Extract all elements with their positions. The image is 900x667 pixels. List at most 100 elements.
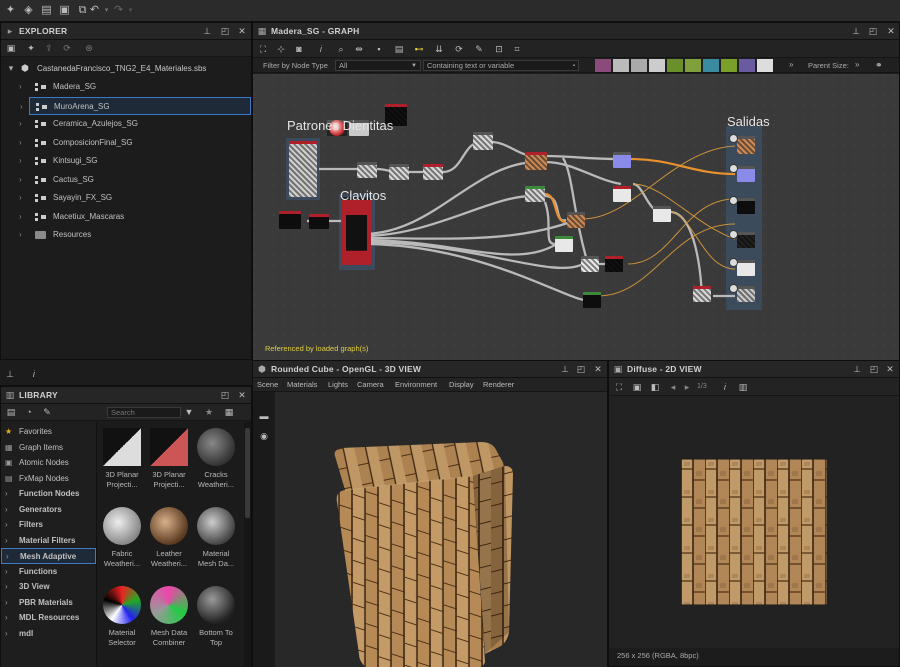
float-icon[interactable]: ◰ xyxy=(219,25,231,37)
view3d-menu-item[interactable]: Environment xyxy=(395,380,437,389)
graph-node[interactable] xyxy=(613,186,631,202)
zoom-level[interactable]: 1/3 xyxy=(697,383,707,390)
explorer-item[interactable]: › Sayayin_FX_SG xyxy=(1,189,251,207)
explorer-item[interactable]: › Macetiux_Mascaras xyxy=(1,208,251,226)
close-icon[interactable]: ✕ xyxy=(592,363,604,375)
float-icon[interactable]: ◰ xyxy=(575,363,587,375)
graph-node[interactable] xyxy=(525,186,545,202)
warp-node-icon[interactable] xyxy=(703,59,719,72)
graph-canvas[interactable]: Patrones Dientitas Clavitos Salidas Refe… xyxy=(253,74,899,360)
normal-node-icon[interactable] xyxy=(721,59,737,72)
histogram-icon[interactable]: ▥ xyxy=(737,381,749,393)
library-item[interactable]: 3D Planar Projecti... xyxy=(100,428,144,489)
view-mode-icon[interactable]: ▦ xyxy=(223,406,235,418)
library-scrollbar[interactable] xyxy=(244,422,251,667)
save-package-icon[interactable]: ▣ xyxy=(5,42,17,54)
view3d-menu-item[interactable]: Camera xyxy=(357,380,384,389)
library-category[interactable]: › Material Filters xyxy=(1,533,96,549)
frame-label-clavitos[interactable]: Clavitos xyxy=(340,188,386,203)
graph-node[interactable] xyxy=(309,214,329,229)
export-icon[interactable]: ⇪ xyxy=(43,42,55,54)
fit-icon[interactable]: ⛶ xyxy=(613,381,625,393)
graph-node[interactable] xyxy=(525,152,547,170)
new-substance-icon[interactable]: ✦ xyxy=(4,4,17,17)
close-icon[interactable]: ✕ xyxy=(236,389,248,401)
graph-node[interactable] xyxy=(613,152,631,168)
new-folder-icon[interactable]: ▤ xyxy=(5,406,17,418)
expand-arrow-icon[interactable]: › xyxy=(19,156,22,165)
pin-icon[interactable]: ⊥ xyxy=(851,363,863,375)
pin-link-icon[interactable]: ⊷ xyxy=(413,43,425,55)
funnel-icon[interactable]: ▼ xyxy=(183,406,195,418)
pin-icon[interactable]: ⊥ xyxy=(201,25,213,37)
library-item[interactable]: Material Selector xyxy=(100,586,144,647)
favorite-icon[interactable]: ★ xyxy=(203,406,215,418)
library-item[interactable]: 3D Planar Projecti... xyxy=(147,428,191,489)
view3d-menu-item[interactable]: Display xyxy=(449,380,474,389)
explorer-item[interactable]: › Ceramica_Azulejos_SG xyxy=(1,115,251,133)
blur-node-icon[interactable] xyxy=(649,59,665,72)
library-scroll-thumb[interactable] xyxy=(245,428,250,518)
library-category[interactable]: › Filters xyxy=(1,517,96,533)
library-category[interactable]: › PBR Materials xyxy=(1,595,96,611)
output-pin-icon[interactable] xyxy=(729,258,738,267)
pin-icon[interactable]: ⊥ xyxy=(850,25,862,37)
comment-icon[interactable]: ▤ xyxy=(393,43,405,55)
view3d-menu-item[interactable]: Renderer xyxy=(483,380,514,389)
refresh-icon[interactable]: ⟳ xyxy=(453,43,465,55)
expand-arrow-icon[interactable]: › xyxy=(19,138,22,147)
transform-node-icon[interactable] xyxy=(667,59,683,72)
float-icon[interactable]: ◰ xyxy=(868,363,880,375)
view2d-viewport[interactable] xyxy=(609,396,899,648)
graph-node[interactable] xyxy=(473,132,493,150)
library-search-input[interactable]: Search xyxy=(107,407,181,418)
output-pin-icon[interactable] xyxy=(729,164,738,173)
new-graph-icon[interactable]: ◈ xyxy=(22,4,35,17)
uniform-node-icon[interactable] xyxy=(613,59,629,72)
graph-node[interactable] xyxy=(567,212,585,228)
graph-node[interactable] xyxy=(581,256,599,272)
expand-icon[interactable]: ▾ xyxy=(5,62,17,74)
view3d-menu-item[interactable]: Scene xyxy=(257,380,278,389)
graph-node[interactable] xyxy=(605,256,623,272)
blend-node-icon[interactable] xyxy=(631,59,647,72)
publish-icon[interactable]: ⊛ xyxy=(83,42,95,54)
graph-node[interactable] xyxy=(737,260,755,276)
output-pin-icon[interactable] xyxy=(729,196,738,205)
frame-all-icon[interactable]: ⛶ xyxy=(257,43,269,55)
expand-arrow-icon[interactable]: › xyxy=(19,212,22,221)
library-category[interactable]: › Mesh Adaptive xyxy=(1,548,96,564)
library-category[interactable]: ★ Favorites xyxy=(1,424,96,440)
curvature-node-icon[interactable] xyxy=(739,59,755,72)
tools-icon[interactable]: ✎ xyxy=(473,43,485,55)
library-category[interactable]: › MDL Resources xyxy=(1,610,96,626)
levels-node-icon[interactable] xyxy=(685,59,701,72)
parent-size-expand-icon[interactable]: » xyxy=(855,60,859,69)
graph-node[interactable] xyxy=(737,136,755,154)
graph-node[interactable] xyxy=(693,286,711,302)
new-graph-icon[interactable]: ✦ xyxy=(25,42,37,54)
library-category[interactable]: ▦ Graph Items xyxy=(1,440,96,456)
frame-label-patron[interactable]: Patrones Dientitas xyxy=(287,118,393,133)
library-category[interactable]: › Function Nodes xyxy=(1,486,96,502)
library-category[interactable]: ▤ FxMap Nodes xyxy=(1,471,96,487)
graph-node[interactable] xyxy=(423,164,443,180)
library-item[interactable]: Fabric Weatheri... xyxy=(100,507,144,568)
library-category[interactable]: › mdl xyxy=(1,626,96,642)
output-pin-icon[interactable] xyxy=(729,230,738,239)
node-icon[interactable]: ▪ xyxy=(373,43,385,55)
explorer-item[interactable]: › ComposicionFinal_SG xyxy=(1,134,251,152)
graph-node[interactable] xyxy=(357,162,377,178)
camera-icon[interactable]: ▬ xyxy=(258,410,270,422)
graph-node[interactable] xyxy=(341,197,371,265)
float-icon[interactable]: ◰ xyxy=(219,389,231,401)
hsl-node-icon[interactable] xyxy=(757,59,773,72)
split-icon[interactable]: ⇊ xyxy=(433,43,445,55)
graph-node[interactable] xyxy=(389,164,409,180)
redo-dropdown-icon[interactable]: ▾ xyxy=(124,4,137,17)
close-icon[interactable]: ✕ xyxy=(236,25,248,37)
library-item[interactable]: Cracks Weatheri... xyxy=(194,428,238,489)
output-pin-icon[interactable] xyxy=(729,134,738,143)
info-icon[interactable]: 𝑖 xyxy=(28,368,40,380)
search-icon[interactable]: ⌕ xyxy=(335,43,347,55)
